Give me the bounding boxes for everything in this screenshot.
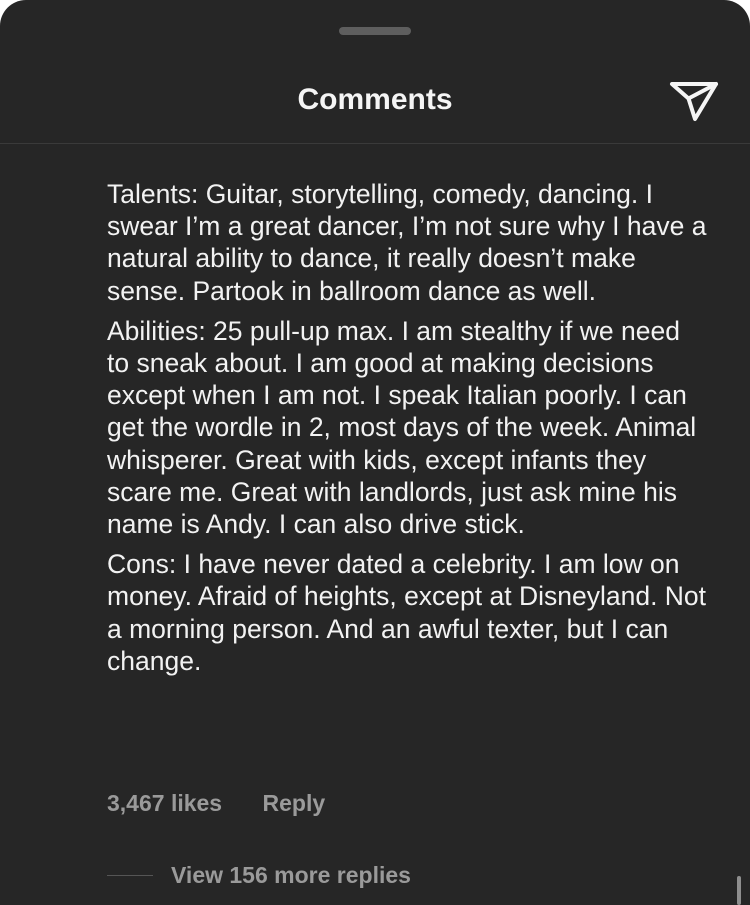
comment-paragraph-abilities: Abilities: 25 pull-up max. I am stealthy… <box>107 315 697 540</box>
reply-button[interactable]: Reply <box>263 787 326 819</box>
paper-plane-icon <box>670 82 718 121</box>
comment-paragraph-talents: Talents: Guitar, storytelling, comedy, d… <box>107 179 707 306</box>
scrollbar[interactable] <box>737 876 741 905</box>
likes-count[interactable]: 3,467 likes <box>107 787 222 819</box>
comments-sheet: Comments Talents: Guitar, storytelling, … <box>0 0 750 905</box>
drag-handle[interactable] <box>339 27 411 35</box>
view-more-replies[interactable]: View 156 more replies <box>107 858 411 892</box>
view-replies-label: View 156 more replies <box>171 862 411 888</box>
replies-divider-line <box>107 874 153 876</box>
share-button[interactable] <box>668 76 720 124</box>
page-title: Comments <box>297 83 453 116</box>
comment-text: Talents: Guitar, storytelling, comedy, d… <box>107 178 707 685</box>
comment-paragraph-cons: Cons: I have never dated a celebrity. I … <box>107 549 707 676</box>
comment-actions: 3,467 likes Reply <box>107 787 325 819</box>
header-divider <box>0 143 750 144</box>
